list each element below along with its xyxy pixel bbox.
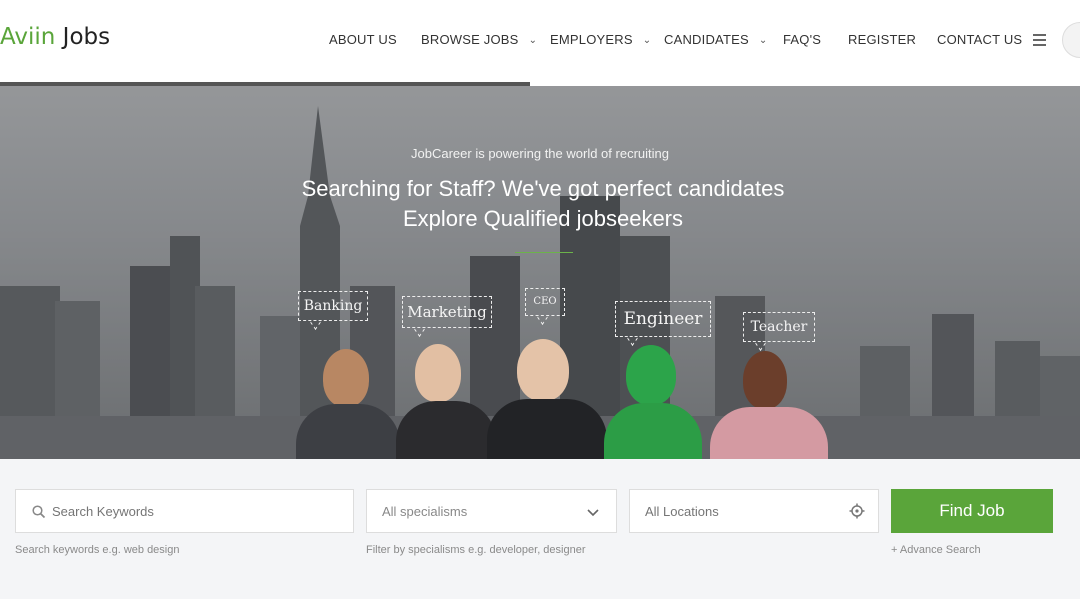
specialism-hint: Filter by specialisms e.g. developer, de…	[366, 544, 586, 556]
nav-label: BROWSE JOBS	[421, 32, 519, 47]
crosshair-location-icon[interactable]	[849, 503, 865, 519]
nav-employers[interactable]: EMPLOYERS ⌄	[550, 32, 651, 47]
site-header: Aviin Jobs ABOUT US BROWSE JOBS ⌄ EMPLOYE…	[0, 0, 1080, 82]
chevron-down-icon	[587, 509, 599, 517]
nav-label: CONTACT US	[937, 32, 1023, 47]
job-search-bar: Search keywords e.g. web design All spec…	[0, 459, 1080, 599]
hero-divider	[515, 252, 573, 253]
person-banking	[296, 349, 400, 459]
nav-label: FAQ'S	[783, 32, 822, 47]
person-ceo	[487, 339, 607, 459]
nav-label: REGISTER	[848, 32, 917, 47]
hamburger-icon[interactable]	[1033, 34, 1046, 46]
bubble-ceo: CEO	[525, 288, 565, 316]
keywords-hint: Search keywords e.g. web design	[15, 544, 180, 556]
find-job-button[interactable]: Find Job	[891, 489, 1053, 533]
nav-label: CANDIDATES	[664, 32, 749, 47]
bubble-marketing: Marketing	[402, 296, 492, 328]
nav-candidates[interactable]: CANDIDATES ⌄	[664, 32, 767, 47]
location-field[interactable]	[629, 489, 879, 533]
logo-brand: Aviin	[0, 24, 56, 50]
chevron-down-icon: ⌄	[758, 35, 768, 46]
nav-contact-us[interactable]: CONTACT US	[937, 32, 1022, 47]
search-input[interactable]	[52, 504, 342, 519]
chevron-down-icon: ⌄	[642, 35, 652, 46]
advance-search-link[interactable]: + Advance Search	[891, 544, 981, 556]
search-keywords-field[interactable]	[15, 489, 354, 533]
site-logo[interactable]: Aviin Jobs	[0, 24, 110, 50]
nav-browse-jobs[interactable]: BROWSE JOBS ⌄	[421, 32, 537, 47]
hero-headline: Searching for Staff? We've got perfect c…	[0, 174, 1080, 234]
headline-line-2: Explore Qualified jobseekers	[402, 206, 684, 231]
logo-suffix: Jobs	[55, 24, 111, 50]
bubble-teacher: Teacher	[743, 312, 815, 342]
nav-label: ABOUT US	[329, 32, 397, 47]
search-icon	[32, 505, 46, 519]
specialism-value: All specialisms	[382, 504, 468, 519]
nav-register[interactable]: REGISTER	[848, 32, 916, 47]
person-engineer	[604, 345, 702, 459]
headline-line-1: Searching for Staff? We've got perfect c…	[301, 176, 785, 201]
person-teacher	[710, 351, 828, 459]
nav-faqs[interactable]: FAQ'S	[783, 32, 821, 47]
specialism-select[interactable]: All specialisms	[366, 489, 617, 533]
hero-tagline: JobCareer is powering the world of recru…	[411, 146, 669, 161]
nav-about-us[interactable]: ABOUT US	[329, 32, 397, 47]
chevron-down-icon: ⌄	[528, 35, 538, 46]
hero-banner: JobCareer is powering the world of recru…	[0, 86, 1080, 459]
location-input[interactable]	[645, 504, 845, 519]
avatar[interactable]	[1062, 22, 1080, 58]
nav-label: EMPLOYERS	[550, 32, 633, 47]
person-marketing	[396, 344, 496, 459]
bubble-banking: Banking	[298, 291, 368, 321]
bubble-engineer: Engineer	[615, 301, 711, 337]
